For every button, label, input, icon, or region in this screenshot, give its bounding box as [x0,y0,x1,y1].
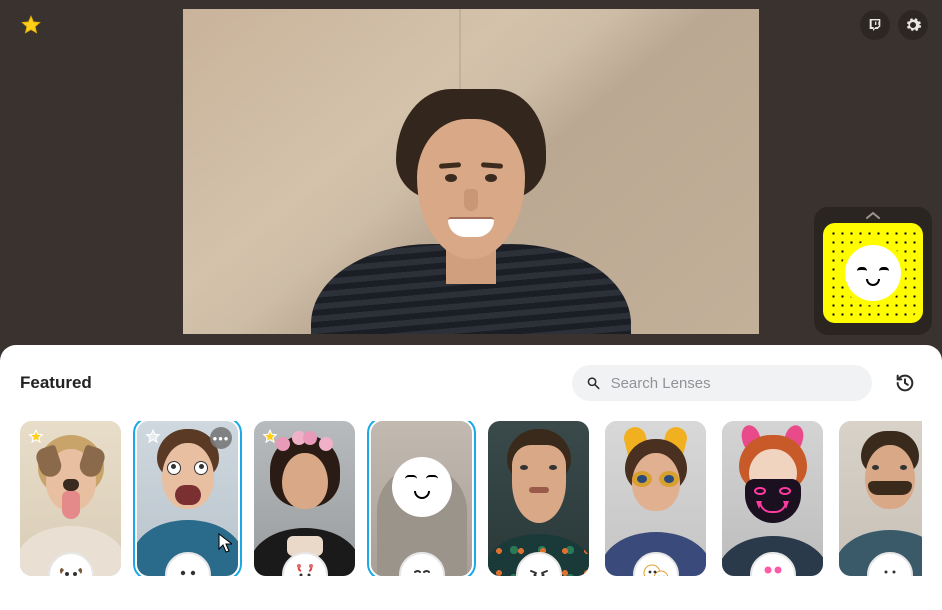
star-icon [26,427,46,447]
snapcode-panel[interactable] [814,207,932,335]
star-icon [143,427,163,447]
lens-panel: Featured [0,345,942,610]
lens-card-nolens[interactable] [371,421,472,576]
gear-icon [904,16,922,34]
preview-subject [301,84,641,334]
camera-preview [183,9,759,334]
snapcode-face-icon [845,245,901,301]
search-field[interactable] [572,365,872,401]
lens-card-kawaii[interactable] [605,421,706,576]
star-icon [20,14,42,36]
twitch-button[interactable] [860,10,890,40]
chevron-up-icon [866,207,880,223]
favorites-button[interactable] [16,10,46,40]
more-options-button[interactable]: ••• [210,427,232,449]
history-button[interactable] [888,366,922,400]
lens-card-demonmask[interactable] [722,421,823,576]
twitch-icon [867,17,883,33]
lens-card-flowercrown[interactable] [254,421,355,576]
lens-carousel[interactable]: ••• [20,421,922,576]
star-icon [260,427,280,447]
snapcode[interactable] [823,223,923,323]
camera-area [0,0,942,345]
lens-card-bigmouth[interactable]: ••• [137,421,238,576]
lens-card-dog[interactable] [20,421,121,576]
search-icon [586,375,601,391]
settings-button[interactable] [898,10,928,40]
history-icon [894,372,916,394]
section-title: Featured [20,373,92,393]
lens-card-mustache[interactable] [839,421,922,576]
search-input[interactable] [611,375,858,392]
lens-card-bigchin[interactable] [488,421,589,576]
